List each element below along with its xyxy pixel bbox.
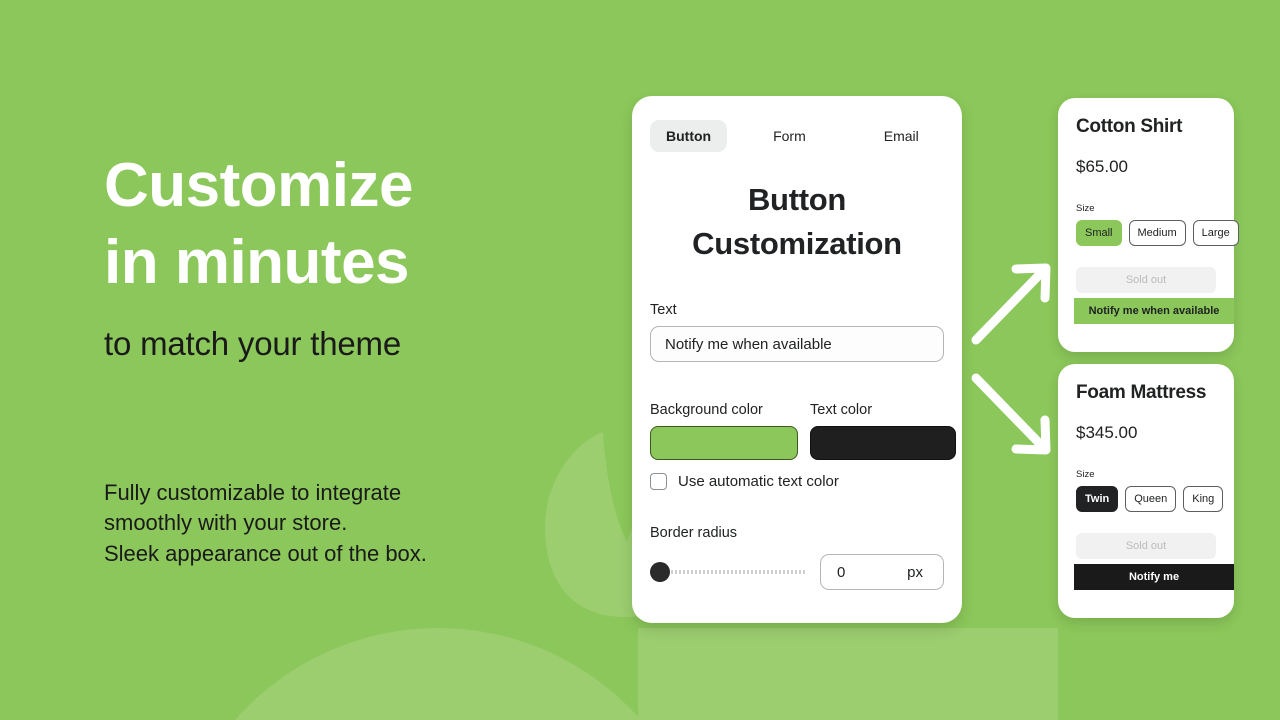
decor-band-shape bbox=[638, 628, 1058, 720]
size-label: Size bbox=[1076, 203, 1095, 214]
editor-tabs: Button Form Email bbox=[650, 120, 944, 152]
tab-email[interactable]: Email bbox=[868, 120, 935, 152]
product-preview-card-cotton-shirt: Cotton Shirt $65.00 Size Small Medium La… bbox=[1058, 98, 1239, 352]
color-pickers-row: Background color Text color bbox=[650, 402, 956, 461]
body-line-3: Sleek appearance out of the box. bbox=[104, 540, 427, 566]
sold-out-button: Sold out bbox=[1076, 533, 1216, 559]
border-radius-label: Border radius bbox=[650, 525, 738, 542]
body-line-2: smoothly with your store. bbox=[104, 510, 348, 536]
sold-out-button: Sold out bbox=[1076, 267, 1216, 293]
hero-copy-block: Customize in minutes to match your theme bbox=[104, 148, 574, 363]
arrow-up-head bbox=[1011, 263, 1051, 303]
size-option-medium[interactable]: Medium bbox=[1128, 220, 1186, 246]
button-customization-panel: Button Form Email Button Customization T… bbox=[632, 96, 962, 623]
tab-button[interactable]: Button bbox=[650, 120, 728, 152]
size-options: Small Medium Large bbox=[1076, 220, 1239, 246]
border-radius-control-row: 0 px bbox=[650, 554, 944, 591]
border-radius-value: 0 bbox=[837, 563, 846, 581]
arrow-down-shaft bbox=[971, 373, 1047, 451]
text-field-group: Text Notify me when available bbox=[650, 302, 944, 363]
auto-text-color-row[interactable]: Use automatic text color bbox=[650, 473, 944, 491]
slider-track[interactable] bbox=[671, 570, 806, 575]
product-price: $65.00 bbox=[1076, 157, 1128, 176]
size-options: Twin Queen King bbox=[1076, 486, 1224, 512]
size-option-large[interactable]: Large bbox=[1192, 220, 1239, 246]
hero-body-copy: Fully customizable to integrate smoothly… bbox=[104, 478, 544, 569]
size-option-queen[interactable]: Queen bbox=[1125, 486, 1177, 512]
slider-handle[interactable] bbox=[650, 562, 670, 583]
size-option-twin[interactable]: Twin bbox=[1076, 486, 1119, 512]
page-title: Customize in minutes bbox=[104, 148, 574, 302]
connector-arrows bbox=[968, 250, 1060, 470]
product-title: Cotton Shirt bbox=[1076, 116, 1183, 137]
notify-me-button[interactable]: Notify me when available bbox=[1074, 298, 1234, 324]
hero-subheading: to match your theme bbox=[104, 324, 402, 362]
notify-me-button[interactable]: Notify me bbox=[1074, 564, 1234, 590]
button-text-input[interactable]: Notify me when available bbox=[650, 326, 944, 363]
border-radius-input[interactable]: 0 px bbox=[820, 554, 944, 591]
size-option-small[interactable]: Small bbox=[1076, 220, 1122, 246]
size-option-king[interactable]: King bbox=[1183, 486, 1224, 512]
arrow-up-shaft bbox=[971, 267, 1047, 345]
border-radius-unit: px bbox=[907, 563, 923, 581]
product-preview-card-foam-mattress: Foam Mattress $345.00 Size Twin Queen Ki… bbox=[1058, 364, 1234, 618]
border-radius-group: Border radius 0 px bbox=[650, 525, 944, 591]
background-color-swatch[interactable] bbox=[650, 426, 798, 461]
tab-form[interactable]: Form bbox=[757, 120, 822, 152]
background-color-group: Background color bbox=[650, 402, 798, 461]
text-color-label: Text color bbox=[810, 402, 873, 419]
text-color-group: Text color bbox=[810, 402, 956, 461]
text-field-label: Text bbox=[650, 302, 677, 319]
editor-heading-line-2: Customization bbox=[692, 226, 902, 262]
border-radius-slider[interactable] bbox=[650, 561, 806, 583]
product-price: $345.00 bbox=[1076, 423, 1138, 442]
product-title: Foam Mattress bbox=[1076, 382, 1207, 403]
headline-line-1: Customize bbox=[104, 151, 413, 220]
decor-circle-shape bbox=[168, 628, 708, 720]
auto-text-color-label: Use automatic text color bbox=[678, 473, 839, 491]
headline-line-2: in minutes bbox=[104, 227, 410, 297]
size-label: Size bbox=[1076, 469, 1095, 480]
editor-heading-line-1: Button bbox=[747, 182, 847, 217]
editor-heading: Button Customization bbox=[650, 178, 944, 266]
auto-text-color-checkbox[interactable] bbox=[650, 473, 667, 491]
body-line-1: Fully customizable to integrate bbox=[104, 480, 402, 505]
background-color-label: Background color bbox=[650, 402, 763, 419]
arrow-down-head bbox=[1011, 415, 1051, 455]
text-color-swatch[interactable] bbox=[810, 426, 956, 461]
